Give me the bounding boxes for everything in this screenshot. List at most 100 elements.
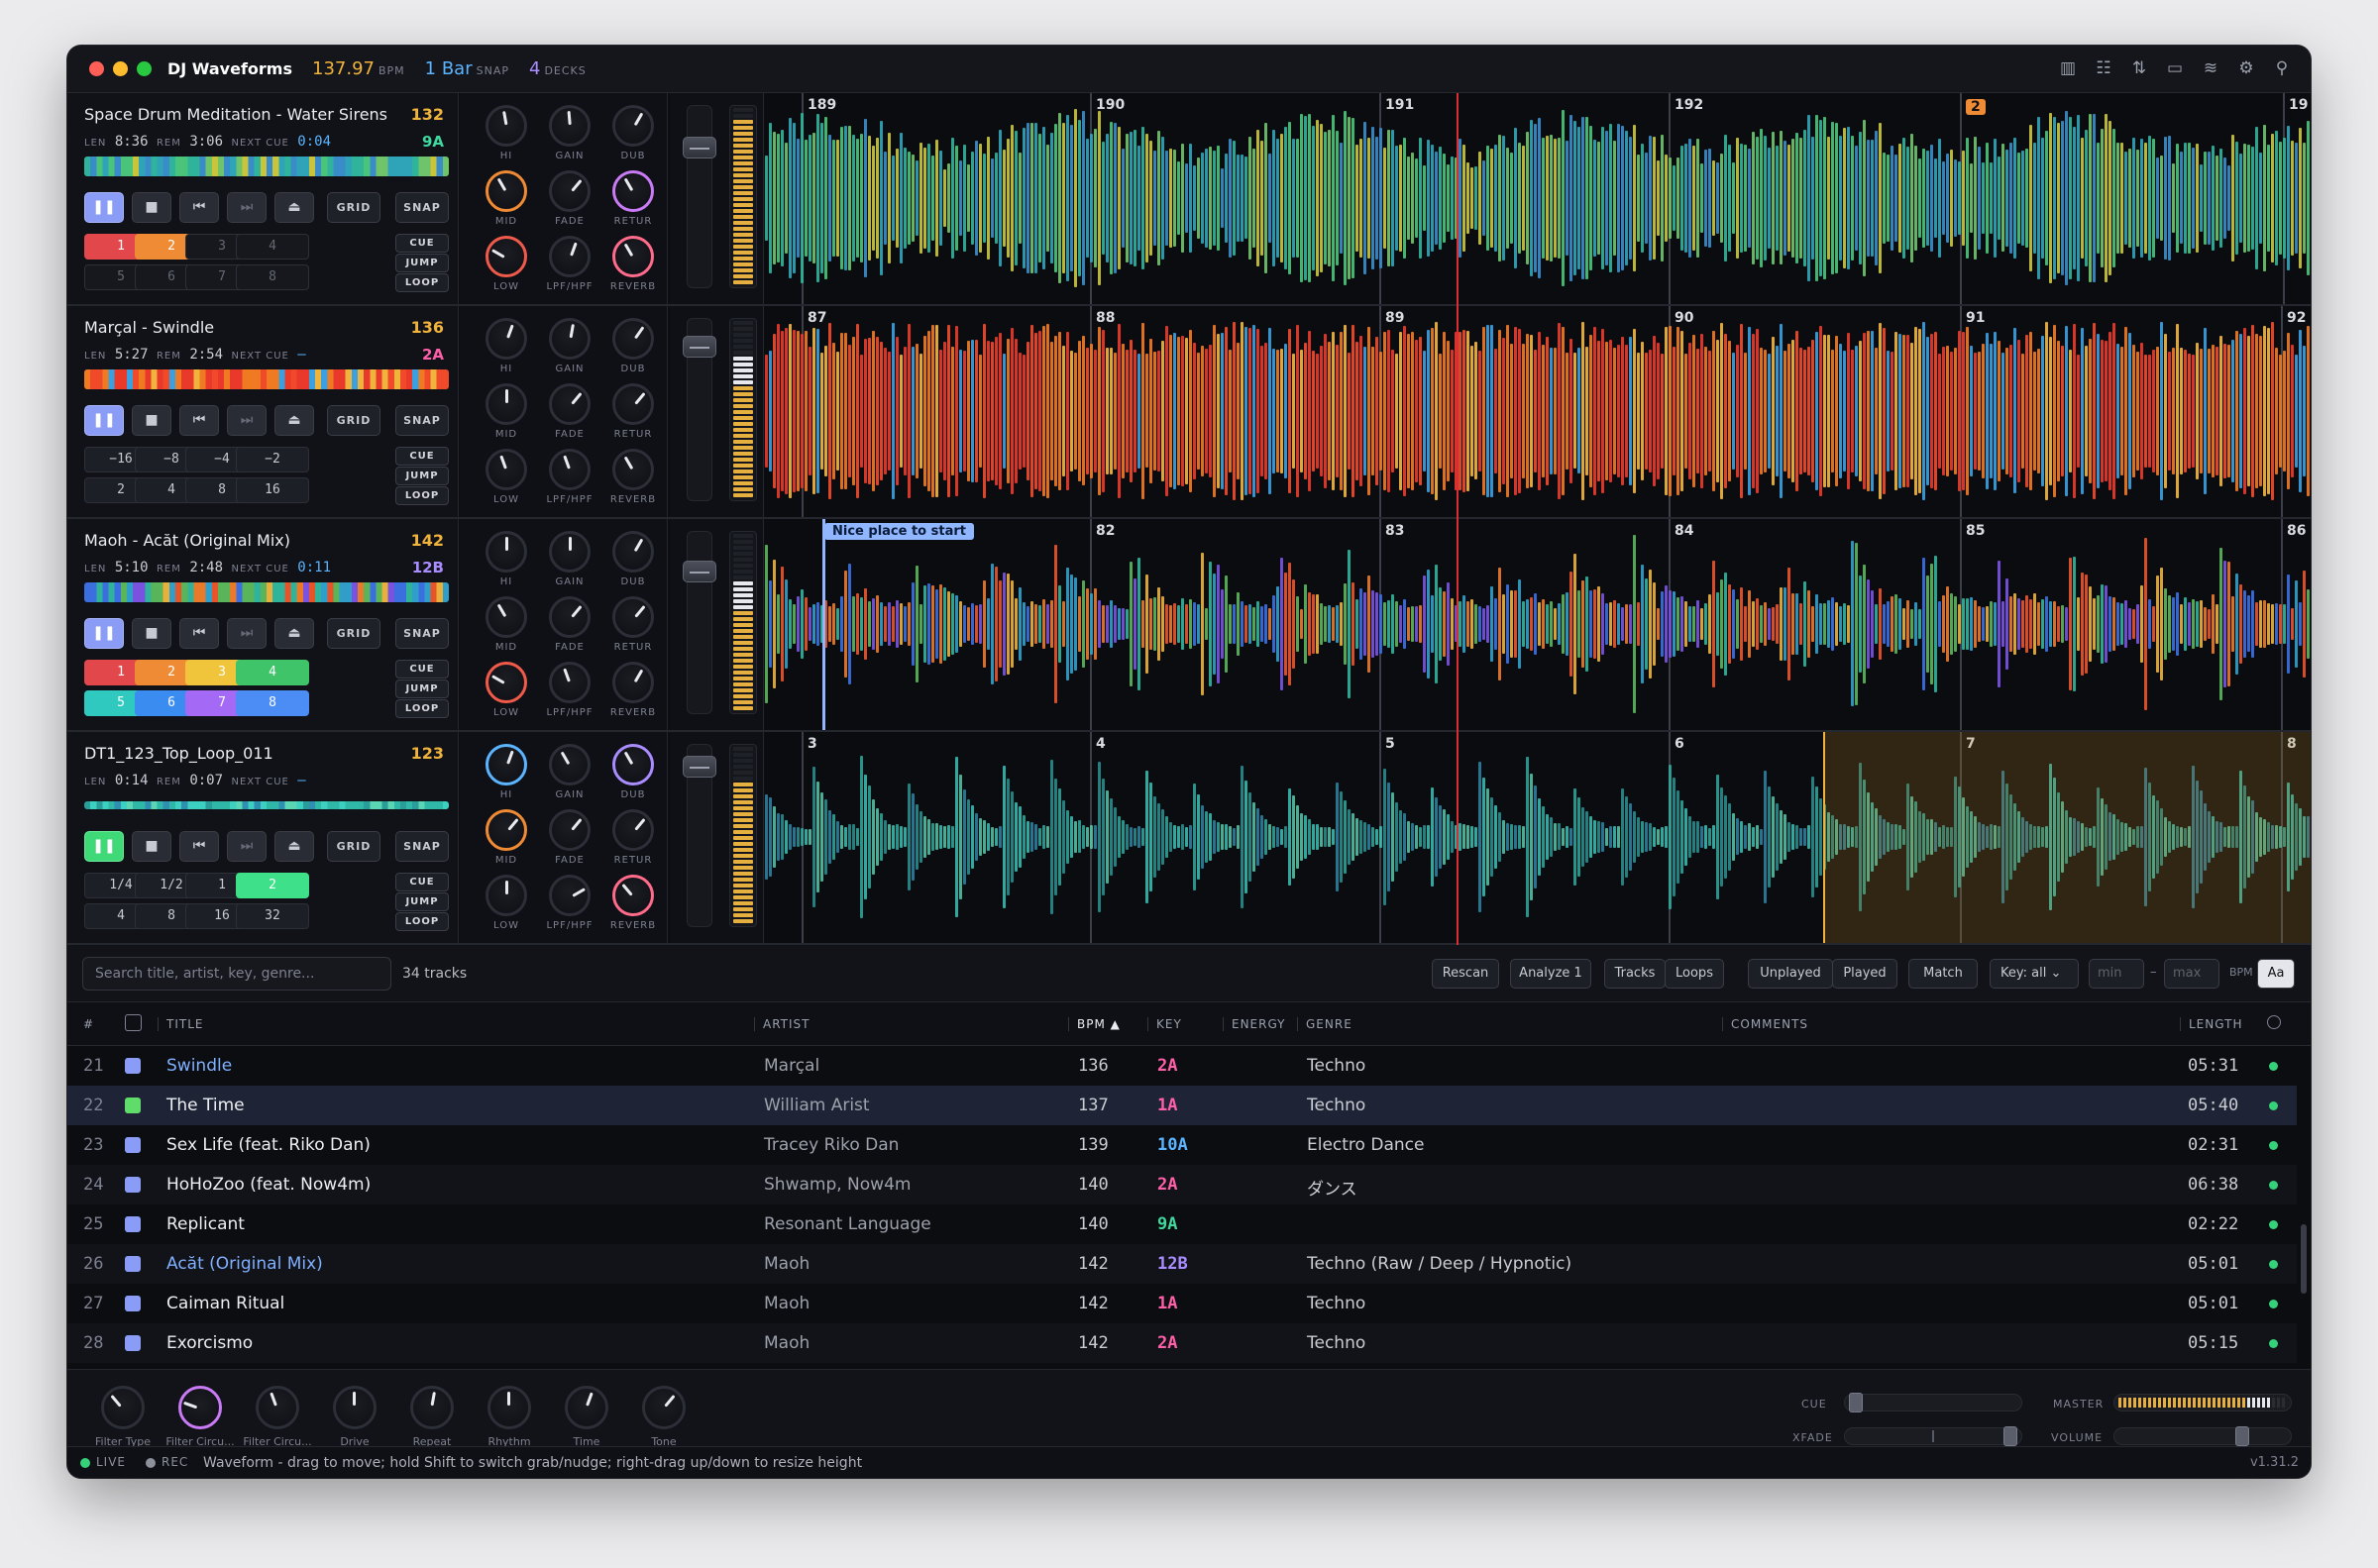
fx-knob-2[interactable]	[178, 1386, 222, 1429]
deck-count[interactable]: 4 DECKS	[529, 58, 587, 79]
close-window-button[interactable]	[89, 61, 104, 76]
track-title[interactable]: Acăt (Original Mix)	[166, 1254, 323, 1274]
grid-button[interactable]: GRID	[327, 618, 380, 649]
deck-bpm[interactable]: 123	[411, 744, 444, 763]
hi-knob[interactable]	[486, 105, 527, 147]
dub-knob[interactable]	[612, 318, 654, 360]
track-color-swatch[interactable]	[125, 1177, 141, 1193]
library-scrollbar[interactable]	[2301, 1224, 2307, 1294]
col-comments[interactable]: COMMENTS	[1722, 1017, 1808, 1031]
fx-knob-8[interactable]	[642, 1386, 686, 1429]
snap-button[interactable]: SNAP	[395, 831, 449, 862]
track-color-swatch[interactable]	[125, 1296, 141, 1311]
retur-knob[interactable]	[612, 170, 654, 212]
previous-button[interactable]: ⏮	[179, 831, 219, 862]
deck-waveform[interactable]: 82 83 84 85 86 Nice place to start	[765, 519, 2311, 730]
dub-knob[interactable]	[612, 105, 654, 147]
jump-mode-button[interactable]: JUMP	[395, 892, 449, 911]
reverb-knob[interactable]	[612, 236, 654, 277]
track-title[interactable]: Replicant	[166, 1214, 245, 1234]
fx-knob-1[interactable]	[101, 1386, 145, 1429]
bpm-max-input[interactable]: max	[2164, 959, 2219, 989]
zoom-window-button[interactable]	[137, 61, 152, 76]
previous-button[interactable]: ⏮	[179, 192, 219, 223]
pause-button[interactable]: ❚❚	[84, 618, 124, 649]
eject-button[interactable]: ⏏	[274, 405, 314, 436]
cue-mix-thumb[interactable]	[1849, 1393, 1863, 1412]
pad-4[interactable]: 2	[236, 873, 309, 898]
loop-mode-button[interactable]: LOOP	[395, 912, 449, 931]
table-row[interactable]: 24 HoHoZoo (feat. Now4m) Shwamp, Now4m 140 2…	[67, 1165, 2297, 1204]
stop-button[interactable]: ■	[132, 192, 171, 223]
playhead[interactable]	[1457, 93, 1459, 945]
dub-knob[interactable]	[612, 531, 654, 573]
low-knob[interactable]	[486, 662, 527, 703]
pad-4[interactable]: −2	[236, 447, 309, 472]
cue-marker[interactable]: Nice place to start	[824, 523, 974, 540]
col-energy[interactable]: ENERGY	[1223, 1017, 1286, 1031]
lpf-hpf-knob[interactable]	[549, 449, 591, 490]
gain-knob[interactable]	[549, 318, 591, 360]
cue-mode-button[interactable]: CUE	[395, 873, 449, 891]
track-title[interactable]: Caiman Ritual	[166, 1294, 284, 1313]
master-bpm[interactable]: 137.97 BPM	[312, 58, 405, 79]
next-button[interactable]: ⏭	[227, 831, 267, 862]
track-title[interactable]: Exorcismo	[166, 1333, 253, 1353]
pad-8[interactable]: 32	[236, 903, 309, 929]
hi-knob[interactable]	[486, 744, 527, 785]
deck-bpm[interactable]: 136	[411, 318, 444, 337]
low-knob[interactable]	[486, 236, 527, 277]
deck-waveform[interactable]: 87 88 89 90 91 92	[765, 306, 2311, 517]
previous-button[interactable]: ⏮	[179, 618, 219, 649]
match-case-button[interactable]: Aa	[2257, 959, 2295, 989]
loop-region[interactable]	[1823, 732, 2311, 943]
pad-8[interactable]: 8	[236, 264, 309, 290]
hi-knob[interactable]	[486, 318, 527, 360]
routing-icon[interactable]: ⇅	[2128, 57, 2150, 79]
played-status-column-icon[interactable]	[2267, 1015, 2281, 1029]
next-button[interactable]: ⏭	[227, 192, 267, 223]
gain-knob[interactable]	[549, 744, 591, 785]
pad-8[interactable]: 8	[236, 690, 309, 716]
table-row[interactable]: 22 The Time William Arist 137 1A Techno 05:40	[67, 1086, 2297, 1125]
low-knob[interactable]	[486, 449, 527, 490]
jump-mode-button[interactable]: JUMP	[395, 679, 449, 698]
mid-knob[interactable]	[486, 170, 527, 212]
cue-mode-button[interactable]: CUE	[395, 234, 449, 253]
track-color-swatch[interactable]	[125, 1058, 141, 1074]
snap-setting[interactable]: 1 Bar SNAP	[425, 58, 509, 79]
stop-button[interactable]: ■	[132, 405, 171, 436]
volume-thumb[interactable]	[2235, 1426, 2249, 1446]
low-knob[interactable]	[486, 875, 527, 916]
reverb-knob[interactable]	[612, 449, 654, 490]
deck-bpm[interactable]: 132	[411, 105, 444, 124]
col-artist[interactable]: ARTIST	[754, 1017, 811, 1031]
track-color-swatch[interactable]	[125, 1216, 141, 1232]
mixer-icon[interactable]: ☷	[2093, 57, 2114, 79]
played-filter-button[interactable]: Played	[1832, 959, 1897, 989]
select-all-checkbox[interactable]	[125, 1014, 142, 1031]
pad-4[interactable]: 4	[236, 234, 309, 260]
stop-button[interactable]: ■	[132, 618, 171, 649]
retur-knob[interactable]	[612, 809, 654, 851]
gain-knob[interactable]	[549, 531, 591, 573]
track-title[interactable]: Sex Life (feat. Riko Dan)	[166, 1135, 371, 1155]
fade-knob[interactable]	[549, 170, 591, 212]
panel-icon[interactable]: ▭	[2164, 57, 2186, 79]
deck-overview-waveform[interactable]	[84, 801, 449, 809]
fade-knob[interactable]	[549, 809, 591, 851]
next-button[interactable]: ⏭	[227, 618, 267, 649]
tracks-filter-button[interactable]: Tracks	[1604, 959, 1666, 989]
bpm-min-input[interactable]: min	[2089, 959, 2144, 989]
col-title[interactable]: TITLE	[158, 1017, 203, 1031]
fx-knob-7[interactable]	[565, 1386, 608, 1429]
retur-knob[interactable]	[612, 383, 654, 425]
fx-knob-6[interactable]	[487, 1386, 531, 1429]
volume-fader-track[interactable]	[687, 531, 712, 714]
track-color-swatch[interactable]	[125, 1098, 141, 1113]
fx-knob-4[interactable]	[333, 1386, 377, 1429]
volume-fader-cap[interactable]	[683, 756, 716, 778]
sidebar-toggle-icon[interactable]: ▥	[2057, 57, 2079, 79]
search-input[interactable]: Search title, artist, key, genre...	[82, 957, 391, 991]
table-row[interactable]: 26 Acăt (Original Mix) Maoh 142 12B Techno (R…	[67, 1244, 2297, 1284]
